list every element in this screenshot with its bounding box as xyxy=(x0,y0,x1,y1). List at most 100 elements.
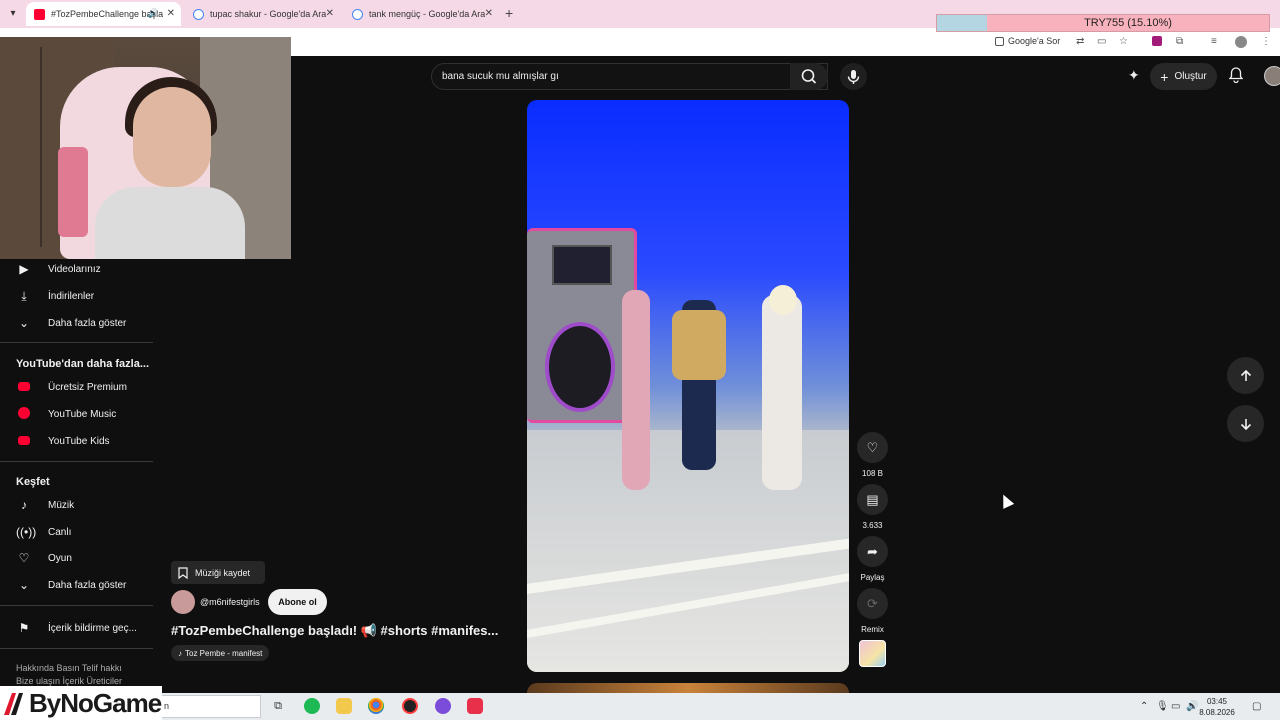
search-button[interactable] xyxy=(790,63,828,90)
comment-count: 3.633 xyxy=(862,521,883,530)
like-action[interactable]: ♡ 108 B xyxy=(857,432,888,478)
sidebar-item-label: Canlı xyxy=(48,526,72,538)
sound-thumbnail[interactable] xyxy=(859,640,886,667)
microphone-tray-icon[interactable]: 🎙 xyxy=(1156,701,1169,712)
sidebar-item-label: Daha fazla göster xyxy=(48,317,127,329)
save-music-button[interactable]: Müziği kaydet xyxy=(171,561,265,584)
sidebar-item-premium[interactable]: Ücretsiz Premium xyxy=(0,374,150,400)
close-tab-icon[interactable]: ✕ xyxy=(485,8,493,19)
extensions-puzzle-icon[interactable]: ⧉ xyxy=(1176,36,1183,47)
sidebar-item-youtube-music[interactable]: YouTube Music xyxy=(0,401,150,427)
brand-name: ByNoGame xyxy=(29,687,162,718)
browser-tab[interactable]: tank mengüç - Google'da Ara ✕ xyxy=(344,2,499,26)
cast-icon[interactable]: ▭ xyxy=(1097,36,1106,47)
music-note-icon: ♪ xyxy=(21,498,27,512)
notification-center-icon[interactable]: ▢ xyxy=(1252,701,1261,712)
google-ask-button[interactable]: Google'a Sor xyxy=(995,36,1060,46)
download-icon: ⤓ xyxy=(21,288,27,303)
account-avatar[interactable] xyxy=(1264,66,1280,86)
browser-menu-icon[interactable]: ⋮ xyxy=(1261,36,1271,47)
close-tab-icon[interactable]: ✕ xyxy=(326,8,334,19)
sidebar-divider xyxy=(0,342,153,343)
short-video-player[interactable] xyxy=(527,100,849,672)
comment-action[interactable]: ▤ 3.633 xyxy=(857,484,888,530)
brand-mark-icon xyxy=(4,693,23,715)
sidebar-item-label: Müzik xyxy=(48,499,75,511)
screen: ▾ #TozPembeChallenge başla 🔊 ✕ tupac sha… xyxy=(0,0,1280,720)
bookmark-star-icon[interactable]: ☆ xyxy=(1119,36,1128,47)
tab-title: #TozPembeChallenge başla xyxy=(51,9,164,19)
profile-icon[interactable] xyxy=(1235,36,1247,48)
chevron-down-icon: ⌄ xyxy=(18,316,30,330)
close-tab-icon[interactable]: ✕ xyxy=(167,8,175,19)
volume-icon[interactable]: 🔊 xyxy=(1186,701,1198,712)
voice-search-button[interactable] xyxy=(840,63,867,90)
speaker-icon[interactable]: 🔊 xyxy=(148,8,159,19)
google-favicon-icon xyxy=(193,8,204,20)
sidebar-item-your-videos[interactable]: ▶ Videolarınız xyxy=(0,256,150,282)
ticker-progress-fill xyxy=(937,15,988,31)
clock-time: 03:45 xyxy=(1206,697,1228,706)
sidebar-item-report-history[interactable]: ⚑ İçerik bildirme geç... xyxy=(0,615,150,641)
short-title[interactable]: #TozPembeChallenge başladı! 📢 #shorts #m… xyxy=(171,623,498,639)
remix-icon[interactable]: ⟳ xyxy=(857,588,888,619)
chrome-icon[interactable] xyxy=(368,698,384,714)
lens-icon xyxy=(995,36,1004,46)
sidebar-item-youtube-kids[interactable]: YouTube Kids xyxy=(0,428,150,454)
chat-app-icon[interactable] xyxy=(435,698,451,714)
taskbar-clock[interactable]: 03:45 8.08.2026 xyxy=(1198,696,1236,718)
brand-logo: ByNoGame xyxy=(0,686,162,720)
next-short-button[interactable] xyxy=(1227,405,1264,442)
network-icon[interactable]: ▭ xyxy=(1171,701,1180,712)
ticker-text: TRY755 (15.10%) xyxy=(1084,17,1172,29)
like-icon[interactable]: ♡ xyxy=(857,432,888,463)
browser-tab-active[interactable]: #TozPembeChallenge başla 🔊 ✕ xyxy=(26,2,181,26)
browser-tab[interactable]: tupac shakur - Google'da Ara ✕ xyxy=(185,2,340,26)
new-tab-button[interactable]: + xyxy=(505,5,513,21)
webcam-overlay xyxy=(0,37,291,259)
sidebar-item-show-more[interactable]: ⌄ Daha fazla göster xyxy=(0,310,150,336)
sidebar-section-heading: YouTube'dan daha fazla... xyxy=(16,358,149,370)
sound-chip[interactable]: ♪ Toz Pembe - manifest xyxy=(171,645,270,661)
spotify-icon[interactable] xyxy=(304,698,320,714)
sidebar-item-gaming[interactable]: ♡ Oyun xyxy=(0,545,150,571)
channel-avatar[interactable] xyxy=(171,590,195,614)
app-icon[interactable] xyxy=(467,698,483,714)
sidebar-item-label: Oyun xyxy=(48,552,72,564)
create-button[interactable]: + Oluştur xyxy=(1150,63,1217,90)
sidebar-item-show-more[interactable]: ⌄ Daha fazla göster xyxy=(0,572,150,598)
sidebar-item-music[interactable]: ♪ Müzik xyxy=(0,492,150,518)
google-favicon-icon xyxy=(352,8,363,20)
tab-search-chevron-icon[interactable]: ▾ xyxy=(4,5,22,23)
sidebar-section-heading: Keşfet xyxy=(16,476,50,488)
sidebar-item-live[interactable]: ((•)) Canlı xyxy=(0,519,150,545)
notifications-bell-icon[interactable] xyxy=(1228,67,1244,88)
footer-links-line2[interactable]: Bize ulaşın İçerik Üreticiler xyxy=(16,676,122,686)
search-input[interactable]: bana sucuk mu almışlar gı xyxy=(442,71,559,82)
subscribe-button[interactable]: Abone ol xyxy=(268,589,327,615)
remix-label: Remix xyxy=(861,625,884,634)
sidebar-item-label: YouTube Kids xyxy=(48,435,110,447)
obs-icon[interactable] xyxy=(402,698,418,714)
taskbar-search[interactable]: n xyxy=(160,695,261,718)
footer-links-line1[interactable]: Hakkında Basın Telif hakkı xyxy=(16,663,122,673)
comment-icon[interactable]: ▤ xyxy=(857,484,888,515)
tray-chevron-icon[interactable]: ⌃ xyxy=(1140,701,1148,712)
share-action[interactable]: ➦ Paylaş xyxy=(857,536,888,582)
task-view-icon[interactable]: ⧉ xyxy=(270,698,286,714)
bookmark-icon xyxy=(178,566,188,579)
extension-icon[interactable] xyxy=(1152,36,1162,46)
sidebar-item-label: İndirilenler xyxy=(48,290,95,302)
remix-action[interactable]: ⟳ Remix xyxy=(857,588,888,634)
reading-list-icon[interactable]: ≡ xyxy=(1211,36,1217,47)
sidebar-divider xyxy=(0,648,153,649)
tab-title: tank mengüç - Google'da Ara xyxy=(369,9,486,19)
share-icon[interactable]: ➦ xyxy=(857,536,888,567)
channel-name[interactable]: @m6nifestgirls xyxy=(200,597,260,607)
previous-short-button[interactable] xyxy=(1227,357,1264,394)
sidebar-item-downloads[interactable]: ⤓ İndirilenler xyxy=(0,283,150,309)
shorts-create-icon[interactable]: ✦ xyxy=(1128,67,1140,84)
file-explorer-icon[interactable] xyxy=(336,698,352,714)
translate-icon[interactable]: ⇄ xyxy=(1076,36,1084,47)
search-box[interactable]: bana sucuk mu almışlar gı ✕ xyxy=(431,63,828,90)
